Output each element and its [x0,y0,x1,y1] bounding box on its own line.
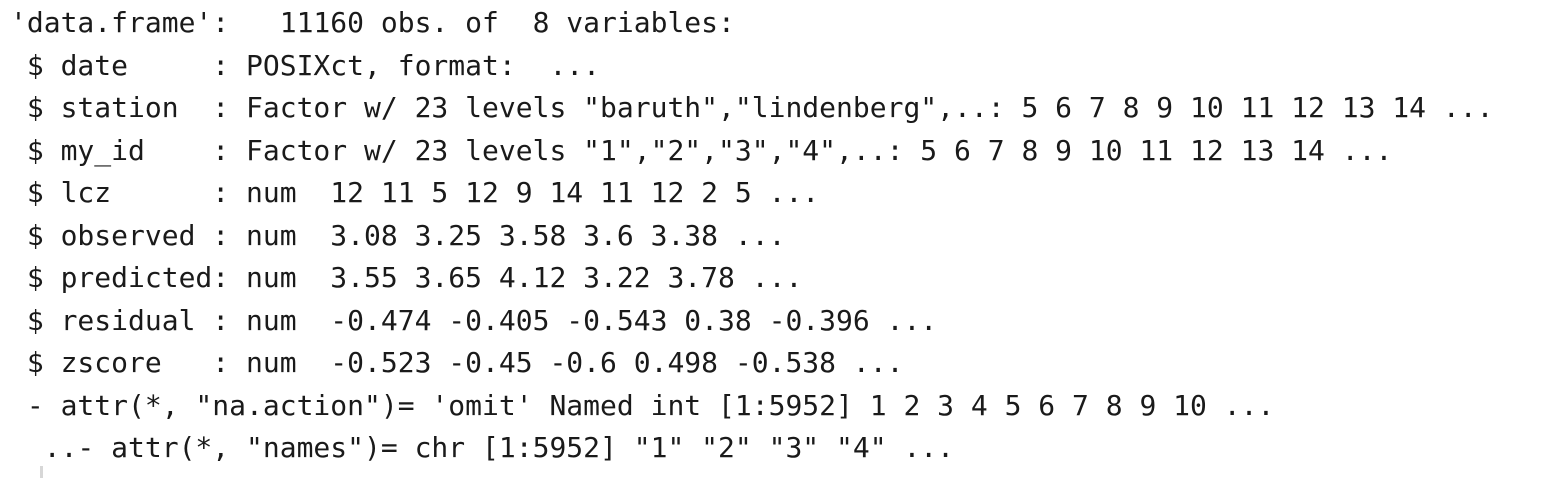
console-line-names-attr: ..- attr(*, "names")= chr [1:5952] "1" "… [10,431,955,464]
console-line-header: 'data.frame': 11160 obs. of 8 variables: [10,6,735,39]
console-line-na-action-attr: - attr(*, "na.action")= 'omit' Named int… [10,388,1275,422]
console-line-my-id: $ my_id : Factor w/ 23 levels "1","2","3… [10,133,1393,167]
console-line-zscore: $ zscore : num -0.523 -0.45 -0.6 0.498 -… [10,346,904,379]
console-output: 'data.frame': 11160 obs. of 8 variables:… [0,0,1568,478]
console-line-residual: $ residual : num -0.474 -0.405 -0.543 0.… [10,303,938,337]
text-cursor [40,466,43,478]
console-line-predicted: $ predicted: num 3.55 3.65 4.12 3.22 3.7… [10,261,803,294]
console-line-lcz: $ lcz : num 12 11 5 12 9 14 11 12 2 5 ..… [10,176,820,209]
console-line-station: $ station : Factor w/ 23 levels "baruth"… [10,91,1494,124]
console-line-observed: $ observed : num 3.08 3.25 3.58 3.6 3.38… [10,218,786,252]
console-line-date: $ date : POSIXct, format: ... [10,48,601,82]
